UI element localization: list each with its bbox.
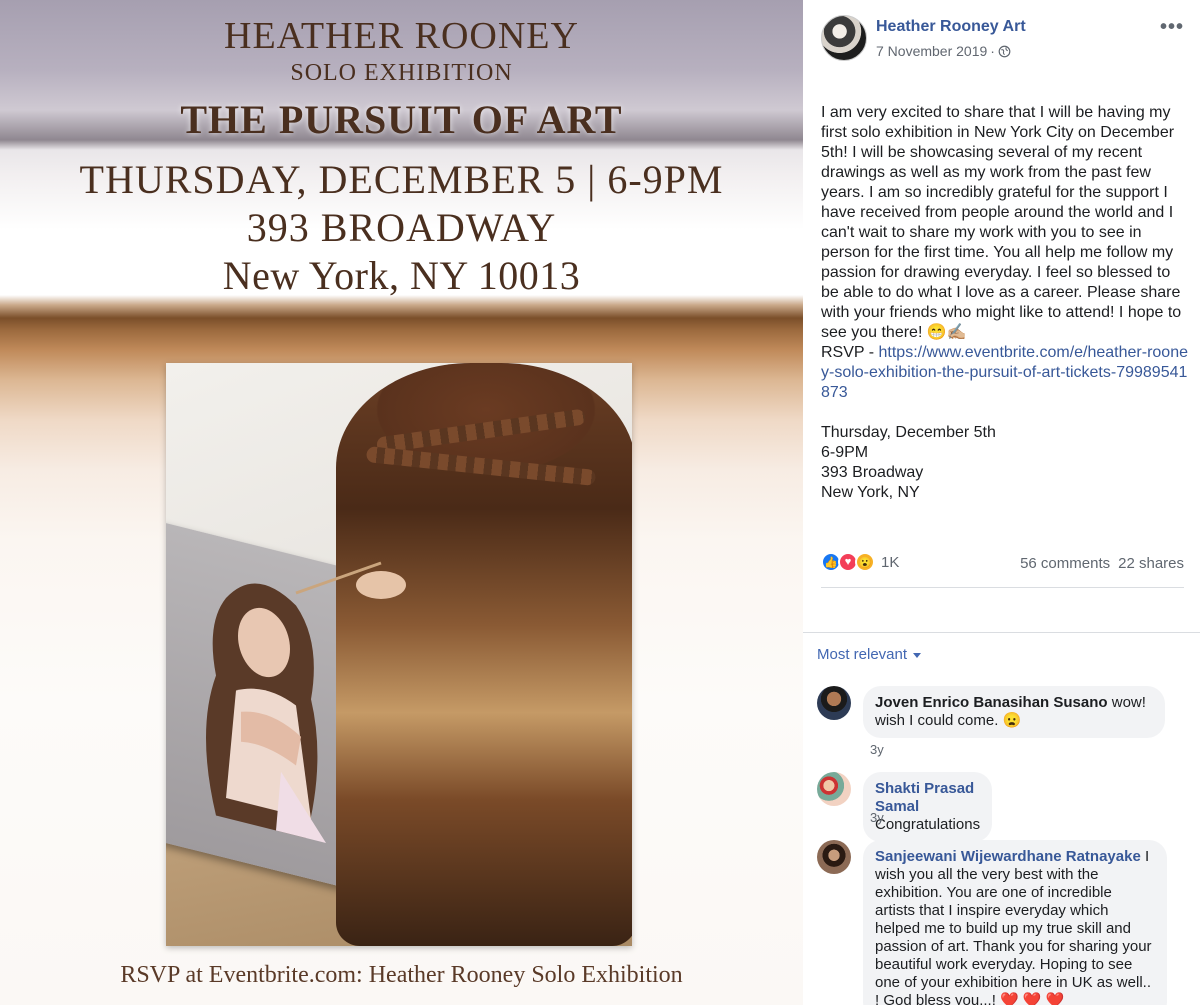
comment-bubble: Sanjeewani Wijewardhane Ratnayake I wish… xyxy=(863,840,1167,1005)
poster-city: New York, NY 10013 xyxy=(222,253,581,298)
poster-artist-name: HEATHER ROONEY xyxy=(224,15,579,57)
poster-date-time: THURSDAY, DECEMBER 5 | 6-9PM xyxy=(79,157,724,202)
sort-label: Most relevant xyxy=(817,646,908,663)
comment-time[interactable]: 3y xyxy=(870,742,884,757)
post-meta: 7 November 2019 · xyxy=(876,43,1011,59)
wow-reaction-icon: 😮 xyxy=(855,552,875,572)
post-body-text: I am very excited to share that I will b… xyxy=(821,104,1182,341)
comment-bubble: Shakti Prasad Samal Congratulations xyxy=(863,772,993,842)
globe-icon xyxy=(998,45,1011,57)
reaction-count: 1K xyxy=(881,553,900,571)
comment-author[interactable]: Sanjeewani Wijewardhane Ratnayake xyxy=(875,848,1141,865)
event-time: 6-9PM xyxy=(821,444,869,461)
post-panel: Heather Rooney Art 7 November 2019 · •••… xyxy=(803,0,1200,1005)
poster-address: 393 BROADWAY xyxy=(246,205,557,250)
event-poster-image[interactable]: HEATHER ROONEY SOLO EXHIBITION THE PURSU… xyxy=(0,0,803,1005)
comment-author[interactable]: Shakti Prasad Samal xyxy=(875,780,974,815)
pencil-hand xyxy=(295,561,406,599)
divider xyxy=(821,587,1184,588)
comment-text: Congratulations xyxy=(875,816,981,833)
shares-count[interactable]: 22 shares xyxy=(1118,555,1184,572)
poster-rsvp: RSVP at Eventbrite.com: Heather Rooney S… xyxy=(120,962,683,988)
comment-text: I wish you all the very best with the ex… xyxy=(875,848,1152,1005)
commenter-avatar[interactable] xyxy=(817,772,851,806)
comment-bubble: Joven Enrico Banasihan Susano wow! wish … xyxy=(863,686,1165,738)
caret-down-icon xyxy=(913,653,922,658)
rsvp-line: RSVP - https://www.eventbrite.com/e/heat… xyxy=(821,343,1189,403)
page-avatar[interactable] xyxy=(821,15,867,61)
event-date: Thursday, December 5th xyxy=(821,424,996,441)
commenter-avatar[interactable] xyxy=(817,686,851,720)
poster-subtitle: SOLO EXHIBITION xyxy=(290,60,513,86)
poster-title: THE PURSUIT OF ART xyxy=(180,97,623,142)
page-name-link[interactable]: Heather Rooney Art xyxy=(876,18,1026,36)
comment-sort-dropdown[interactable]: Most relevant xyxy=(817,646,922,663)
meta-separator: · xyxy=(990,43,995,59)
divider xyxy=(803,632,1200,633)
event-city: New York, NY xyxy=(821,484,920,501)
artwork-photo xyxy=(166,363,632,946)
reactions-summary[interactable]: 👍 ♥ 😮 1K xyxy=(821,552,899,572)
commenter-avatar[interactable] xyxy=(817,840,851,874)
rsvp-prefix: RSVP - xyxy=(821,344,879,361)
post-body: I am very excited to share that I will b… xyxy=(821,103,1189,503)
comments-count[interactable]: 56 comments xyxy=(1020,555,1110,572)
more-options-icon[interactable]: ••• xyxy=(1160,16,1184,39)
engagement-counts: 56 comments 22 shares xyxy=(1020,555,1184,572)
event-details: Thursday, December 5th 6-9PM 393 Broadwa… xyxy=(821,423,1189,503)
event-address: 393 Broadway xyxy=(821,464,924,481)
comment-author[interactable]: Joven Enrico Banasihan Susano xyxy=(875,694,1108,711)
post-date[interactable]: 7 November 2019 xyxy=(876,43,987,59)
comment-time[interactable]: 3y xyxy=(870,810,884,825)
